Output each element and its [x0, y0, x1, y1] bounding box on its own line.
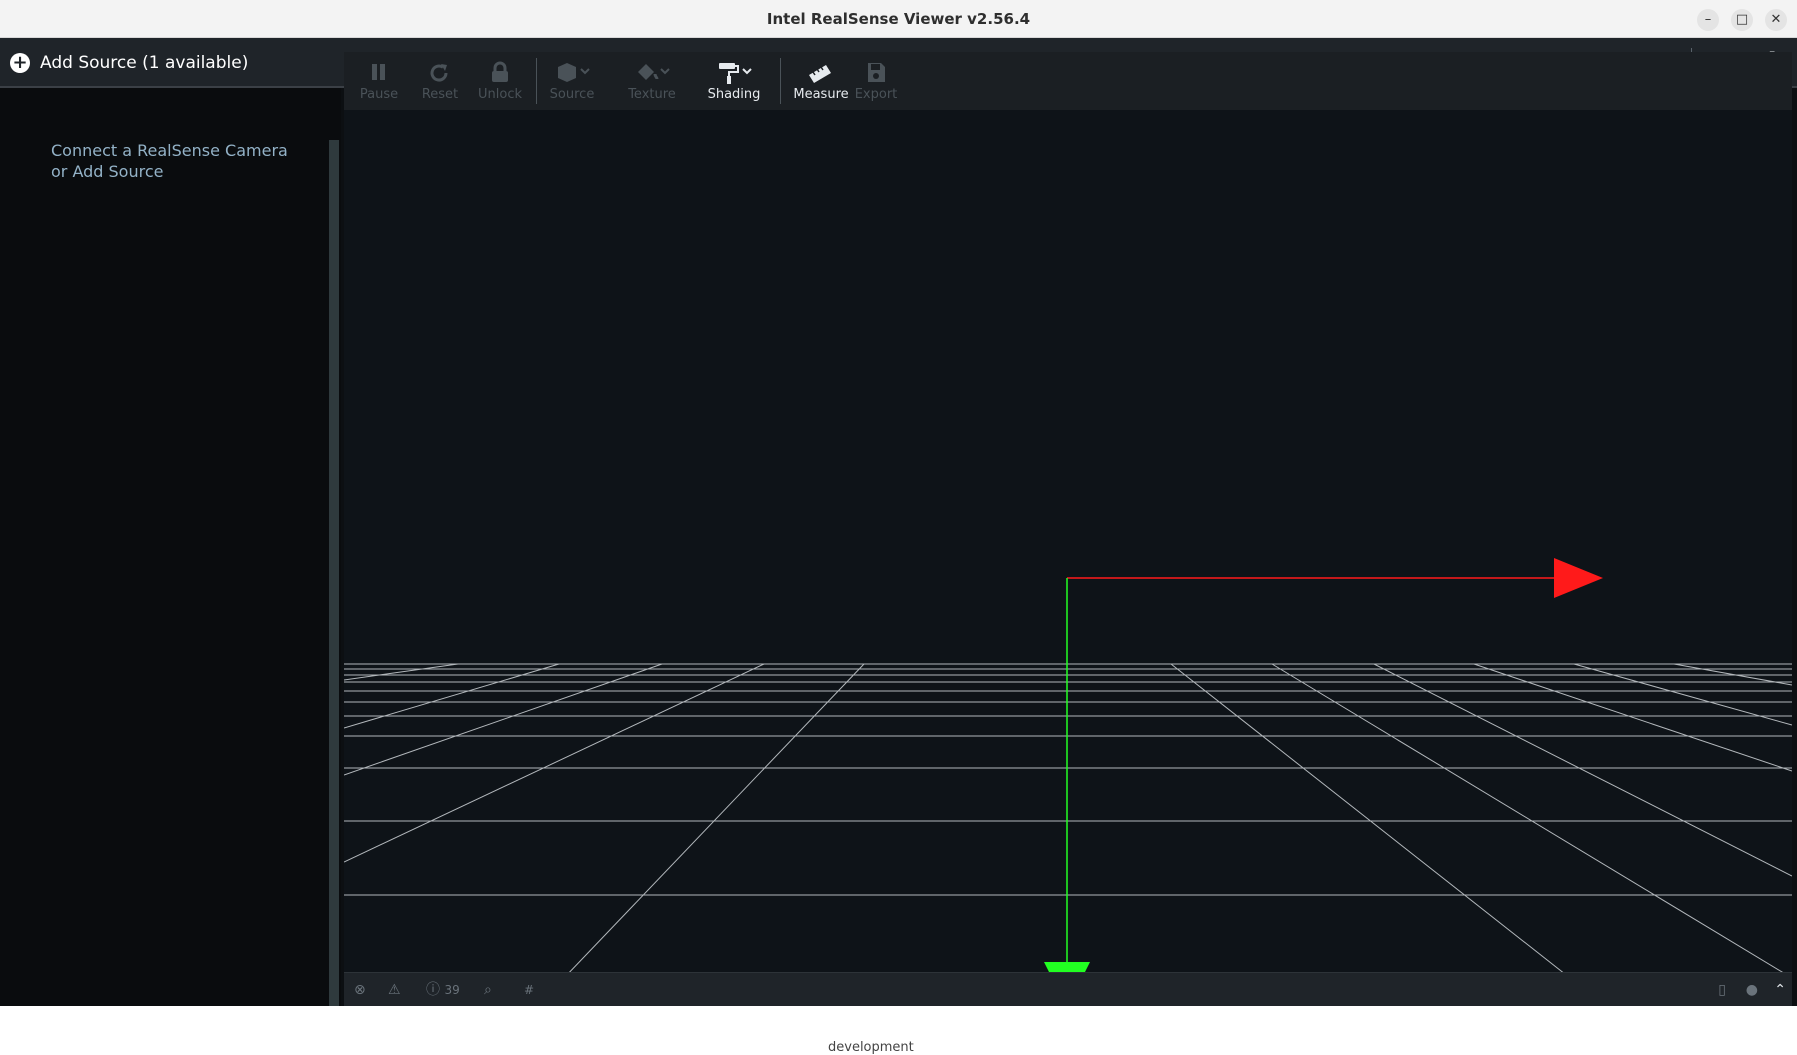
left-panel-header: + Add Source (1 available) — [0, 38, 341, 88]
title-bar: Intel RealSense Viewer v2.56.4 – □ ✕ — [0, 0, 1797, 38]
panel-scrollbar[interactable] — [329, 140, 339, 1045]
save-icon — [868, 63, 885, 82]
unlock-label: Unlock — [478, 87, 522, 102]
expand-log-icon[interactable]: ⌃ — [1774, 980, 1786, 1000]
viewer-toolbar: Pause Reset Unlock Source Texture Shadin… — [344, 52, 1792, 110]
close-button[interactable]: ✕ — [1765, 9, 1787, 31]
log-filter-input[interactable]: # — [524, 980, 534, 1000]
export-button[interactable]: Export — [841, 52, 911, 110]
empty-message-line2: or Add Source — [51, 162, 164, 181]
texture-dropdown[interactable]: Texture — [612, 52, 692, 110]
footer-text: development — [828, 1040, 914, 1055]
texture-label: Texture — [628, 87, 676, 102]
search-icon[interactable]: ⌕ — [484, 980, 492, 1000]
info-count: 39 — [444, 983, 460, 997]
shading-dropdown[interactable]: Shading — [694, 52, 774, 110]
close-circle-icon[interactable]: ⊗ — [354, 980, 366, 1000]
x-axis-arrow — [1554, 558, 1603, 598]
cube-icon — [558, 63, 590, 82]
empty-message-line1: Connect a RealSense Camera — [51, 141, 288, 160]
3d-viewport[interactable] — [344, 110, 1792, 978]
window-title: Intel RealSense Viewer v2.56.4 — [766, 10, 1031, 28]
paint-roller-icon — [719, 63, 752, 84]
empty-device-message: Connect a RealSense Camera or Add Source — [51, 140, 311, 182]
warning-icon[interactable]: ⚠ — [388, 980, 401, 1000]
info-filter-button[interactable]: ⓘ 39 — [426, 980, 460, 1000]
pause-button[interactable]: Pause — [344, 52, 414, 110]
floor-grid — [344, 663, 1792, 978]
app-window: Intel RealSense Viewer v2.56.4 – □ ✕ + A… — [0, 0, 1797, 1055]
source-dropdown[interactable]: Source — [532, 52, 612, 110]
shading-label: Shading — [707, 87, 761, 102]
add-source-button[interactable]: + Add Source (1 available) — [10, 51, 248, 75]
3d-scene — [344, 558, 1792, 978]
pause-icon — [372, 64, 385, 80]
pause-label: Pause — [359, 87, 399, 102]
paint-bucket-icon — [638, 64, 670, 80]
export-label: Export — [854, 87, 898, 102]
lock-icon — [492, 61, 508, 82]
ruler-icon — [809, 65, 831, 83]
droplet-icon[interactable]: ● — [1746, 980, 1758, 1000]
status-bar: ⊗ ⚠ ⓘ 39 ⌕ # ▯ ● ⌃ — [344, 972, 1792, 1006]
device-list-panel: Connect a RealSense Camera or Add Source — [0, 88, 341, 1050]
unlock-button[interactable]: Unlock — [465, 52, 535, 110]
source-label: Source — [549, 87, 595, 102]
reset-icon — [430, 64, 448, 82]
trash-icon[interactable]: ▯ — [1718, 980, 1726, 1000]
minimize-button[interactable]: – — [1697, 9, 1719, 31]
add-source-label: Add Source (1 available) — [40, 53, 249, 73]
maximize-button[interactable]: □ — [1731, 9, 1753, 31]
plus-circle-icon: + — [10, 53, 30, 73]
